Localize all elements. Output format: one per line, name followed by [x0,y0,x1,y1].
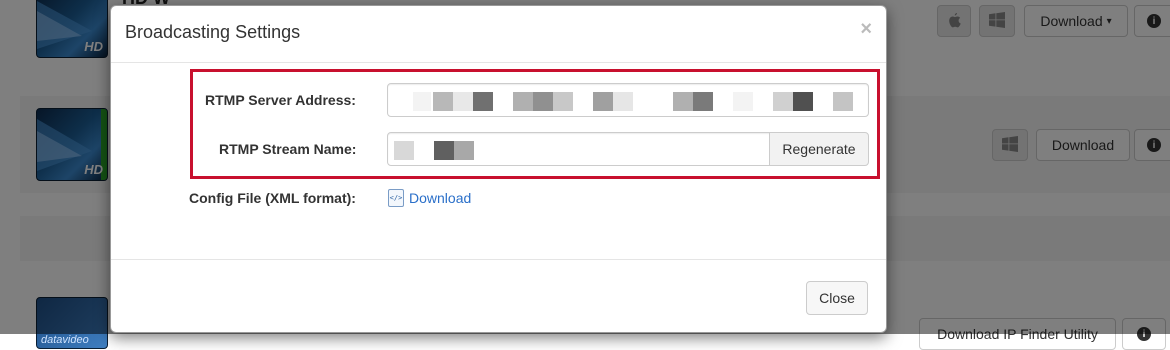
thumb-brand: datavideo [41,334,89,346]
regenerate-button[interactable]: Regenerate [769,132,869,166]
modal-footer: Close [111,259,886,332]
broadcasting-settings-dialog: Broadcasting Settings × RTMP Server Addr… [110,5,887,333]
rtmp-server-address-field[interactable] [387,83,869,117]
modal-header: Broadcasting Settings × [111,6,886,63]
config-download-label: Download [409,190,472,206]
rtmp-server-label: RTMP Server Address: [205,92,356,108]
close-icon[interactable]: × [860,18,872,41]
rtmp-stream-label: RTMP Stream Name: [219,141,357,157]
config-download-link[interactable]: </> Download [388,189,471,207]
config-file-label: Config File (XML format): [189,190,356,206]
modal-title: Broadcasting Settings [125,22,301,42]
xml-file-icon: </> [388,189,404,207]
rtmp-stream-name-field[interactable] [387,132,771,166]
close-button[interactable]: Close [806,281,868,315]
